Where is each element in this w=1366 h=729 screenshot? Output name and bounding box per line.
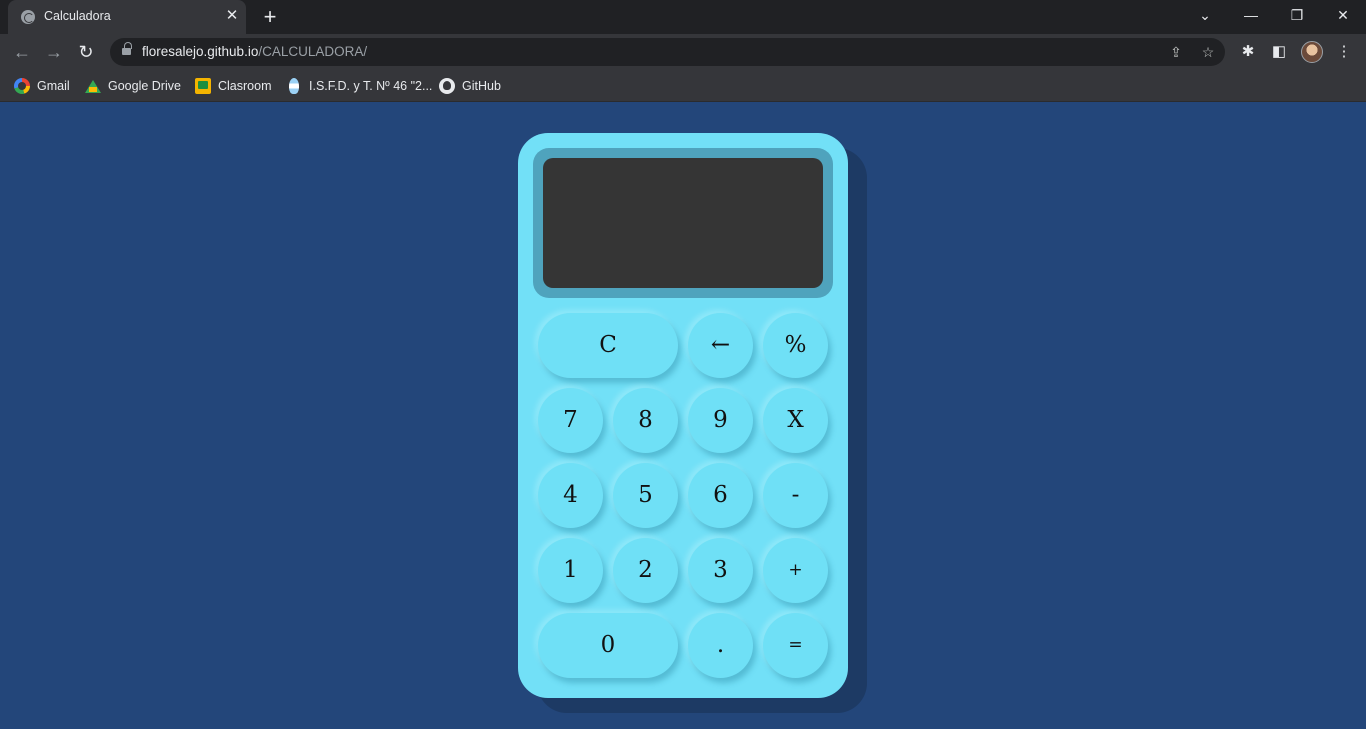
reload-button[interactable]: ↻ [74, 40, 98, 64]
forward-button[interactable]: → [42, 40, 66, 64]
classroom-icon [195, 78, 211, 94]
bookmark-label: Google Drive [108, 79, 181, 93]
google-icon [14, 78, 30, 94]
subtract-button[interactable]: - [763, 463, 828, 528]
isfd-icon [289, 78, 299, 94]
bookmark-label: Gmail [37, 79, 70, 93]
calculator-display [543, 158, 823, 288]
bookmark-isfd[interactable]: I.S.F.D. y T. Nº 46 "2... [286, 77, 432, 95]
zero-button[interactable]: 0 [538, 613, 678, 678]
tab-strip: Calculadora ✕ + ⌄ — ❐ ✕ [0, 0, 1366, 34]
extensions-icon[interactable]: ✱ [1238, 42, 1258, 62]
bookmark-gmail[interactable]: Gmail [14, 77, 70, 95]
eight-button[interactable]: 8 [613, 388, 678, 453]
profile-avatar[interactable] [1301, 41, 1323, 63]
four-button[interactable]: 4 [538, 463, 603, 528]
three-button[interactable]: 3 [688, 538, 753, 603]
percent-button[interactable]: % [763, 313, 828, 378]
backspace-button[interactable]: ← [688, 313, 753, 378]
bookmark-github[interactable]: GitHub [439, 77, 501, 95]
github-icon [439, 78, 455, 94]
equals-button[interactable]: = [763, 613, 828, 678]
bookmark-star-icon[interactable]: ☆ [1199, 43, 1217, 61]
lock-icon[interactable] [122, 42, 132, 57]
side-panel-icon[interactable]: ◧ [1269, 42, 1289, 62]
restore-button[interactable]: ❐ [1274, 0, 1320, 30]
bookmark-label: GitHub [462, 79, 501, 93]
browser-toolbar: ← → ↻ floresalejo.github.io/CALCULADORA/… [0, 34, 1366, 70]
tab-title: Calculadora [44, 9, 111, 23]
bookmark-label: I.S.F.D. y T. Nº 46 "2... [309, 79, 433, 93]
bookmark-classroom[interactable]: Clasroom [195, 77, 272, 95]
share-icon[interactable]: ⇪ [1167, 43, 1185, 61]
seven-button[interactable]: 7 [538, 388, 603, 453]
bookmarks-bar: Gmail Google Drive Clasroom I.S.F.D. y T… [0, 70, 1366, 102]
calculator: C ← % 7 8 9 X 4 5 6 - 1 2 3 + 0 . = [518, 133, 848, 698]
back-button[interactable]: ← [10, 40, 34, 64]
google-drive-icon [85, 79, 101, 93]
one-button[interactable]: 1 [538, 538, 603, 603]
nine-button[interactable]: 9 [688, 388, 753, 453]
new-tab-button[interactable]: + [259, 6, 281, 28]
five-button[interactable]: 5 [613, 463, 678, 528]
two-button[interactable]: 2 [613, 538, 678, 603]
decimal-button[interactable]: . [688, 613, 753, 678]
six-button[interactable]: 6 [688, 463, 753, 528]
tab-close-button[interactable]: ✕ [224, 8, 240, 24]
address-bar[interactable]: floresalejo.github.io/CALCULADORA/ ⇪ ☆ [110, 38, 1225, 66]
url-path: /CALCULADORA/ [258, 44, 368, 59]
add-button[interactable]: + [763, 538, 828, 603]
url-host: floresalejo.github.io [142, 44, 259, 59]
tab-search-chevron-icon[interactable]: ⌄ [1182, 0, 1228, 30]
chrome-menu-icon[interactable]: ⋮ [1334, 42, 1354, 62]
minimize-button[interactable]: — [1228, 0, 1274, 30]
bookmark-label: Clasroom [218, 79, 272, 93]
bookmark-google-drive[interactable]: Google Drive [85, 77, 181, 95]
globe-icon [21, 10, 35, 24]
page-content: C ← % 7 8 9 X 4 5 6 - 1 2 3 + 0 . = [0, 103, 1366, 729]
multiply-button[interactable]: X [763, 388, 828, 453]
display-frame [533, 148, 833, 298]
window-close-button[interactable]: ✕ [1320, 0, 1366, 30]
clear-button[interactable]: C [538, 313, 678, 378]
browser-tab[interactable]: Calculadora ✕ [8, 0, 246, 34]
url-text: floresalejo.github.io/CALCULADORA/ [142, 44, 367, 59]
